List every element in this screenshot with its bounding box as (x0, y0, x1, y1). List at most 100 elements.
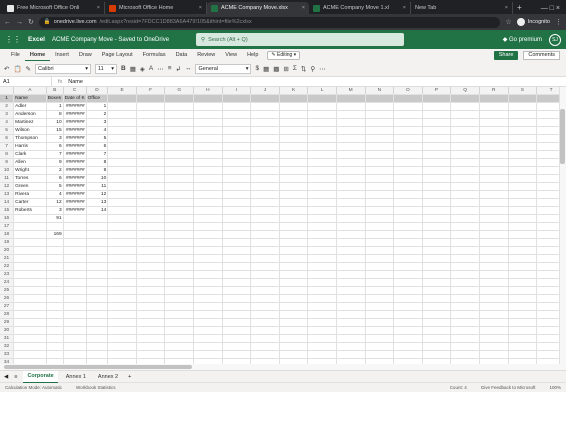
cell[interactable] (164, 182, 195, 192)
cell[interactable] (307, 182, 337, 192)
row-header[interactable]: 9 (0, 158, 15, 168)
cell[interactable] (279, 350, 309, 360)
cell[interactable] (450, 286, 480, 296)
cell[interactable] (136, 222, 166, 232)
cell[interactable] (365, 342, 395, 352)
cell[interactable] (450, 126, 480, 136)
sheet-nav-icon[interactable]: ◀ (4, 374, 8, 380)
cell[interactable] (222, 302, 252, 312)
cell[interactable] (222, 214, 252, 224)
cell[interactable] (164, 238, 195, 248)
cell[interactable] (107, 326, 137, 336)
cell[interactable] (63, 238, 87, 248)
cell[interactable] (193, 190, 223, 200)
cell[interactable] (422, 350, 452, 360)
cell[interactable] (336, 238, 366, 248)
cell[interactable] (393, 174, 423, 184)
cell[interactable] (193, 126, 223, 136)
cell[interactable] (450, 278, 480, 288)
cell[interactable] (279, 342, 309, 352)
close-tab-icon[interactable]: × (302, 5, 305, 11)
cell[interactable]: ####### (63, 134, 87, 144)
vertical-scrollbar[interactable] (559, 87, 566, 364)
cell[interactable] (479, 286, 509, 296)
cell[interactable] (479, 134, 509, 144)
row-header[interactable]: 30 (0, 326, 15, 336)
cell[interactable] (250, 150, 280, 160)
cell[interactable] (307, 206, 337, 216)
cell[interactable] (450, 166, 480, 176)
cell[interactable]: 91 (46, 214, 64, 224)
cell[interactable] (222, 126, 252, 136)
cell[interactable]: ####### (63, 142, 87, 152)
cell[interactable] (86, 310, 109, 320)
cell[interactable] (136, 286, 166, 296)
tab-insert[interactable]: Insert (50, 49, 74, 61)
row-header[interactable]: 2 (0, 102, 15, 112)
comments-button[interactable]: Comments (523, 50, 560, 60)
row-header[interactable]: 11 (0, 174, 15, 184)
cell[interactable] (250, 286, 280, 296)
tab-home[interactable]: Home (24, 49, 51, 61)
cell[interactable]: 11 (86, 182, 109, 192)
cell[interactable] (136, 110, 166, 120)
browser-menu-icon[interactable]: ⋮ (555, 18, 562, 26)
cell[interactable] (250, 254, 280, 264)
cell[interactable] (393, 270, 423, 280)
cell[interactable] (307, 230, 337, 240)
cell[interactable] (422, 254, 452, 264)
cell[interactable] (336, 310, 366, 320)
cell[interactable] (508, 206, 538, 216)
cell[interactable] (508, 318, 538, 328)
cell[interactable] (250, 334, 280, 344)
cell[interactable] (450, 214, 480, 224)
close-tab-icon[interactable]: × (403, 5, 406, 11)
cell[interactable] (164, 206, 195, 216)
cell[interactable] (422, 278, 452, 288)
cell[interactable] (46, 326, 64, 336)
cell[interactable] (336, 158, 366, 168)
cell[interactable] (279, 126, 309, 136)
cell[interactable] (336, 278, 366, 288)
column-header[interactable]: J (250, 87, 280, 96)
cell[interactable] (336, 230, 366, 240)
cell[interactable] (508, 278, 538, 288)
cell[interactable] (193, 262, 223, 272)
cell[interactable] (107, 286, 137, 296)
cell[interactable] (307, 198, 337, 208)
cell[interactable] (250, 238, 280, 248)
cell[interactable]: 4 (46, 190, 64, 200)
cell[interactable] (107, 102, 137, 112)
cell[interactable] (307, 118, 337, 128)
cell[interactable] (393, 350, 423, 360)
cell[interactable] (222, 118, 252, 128)
cell[interactable] (222, 318, 252, 328)
cell[interactable]: 8 (46, 110, 64, 120)
cell[interactable] (250, 158, 280, 168)
cell[interactable] (450, 246, 480, 256)
column-header[interactable]: G (164, 87, 195, 96)
cell[interactable]: Green (13, 182, 47, 192)
cell[interactable] (393, 278, 423, 288)
cell[interactable] (508, 230, 538, 240)
cell[interactable] (63, 318, 87, 328)
cell[interactable] (222, 278, 252, 288)
reload-icon[interactable]: ↻ (28, 18, 34, 26)
cell[interactable] (508, 190, 538, 200)
cell[interactable] (46, 238, 64, 248)
cell[interactable] (136, 238, 166, 248)
cell[interactable] (193, 286, 223, 296)
cell[interactable] (450, 190, 480, 200)
cell[interactable] (508, 254, 538, 264)
cell[interactable]: ####### (63, 150, 87, 160)
currency-icon[interactable]: $ (255, 65, 259, 72)
cell[interactable] (107, 94, 137, 104)
cell[interactable] (450, 142, 480, 152)
cell[interactable] (164, 134, 195, 144)
cell[interactable] (250, 102, 280, 112)
column-header[interactable]: E (107, 87, 137, 96)
cell[interactable] (450, 94, 480, 104)
cell[interactable] (508, 350, 538, 360)
cell[interactable] (393, 342, 423, 352)
cell[interactable] (250, 166, 280, 176)
